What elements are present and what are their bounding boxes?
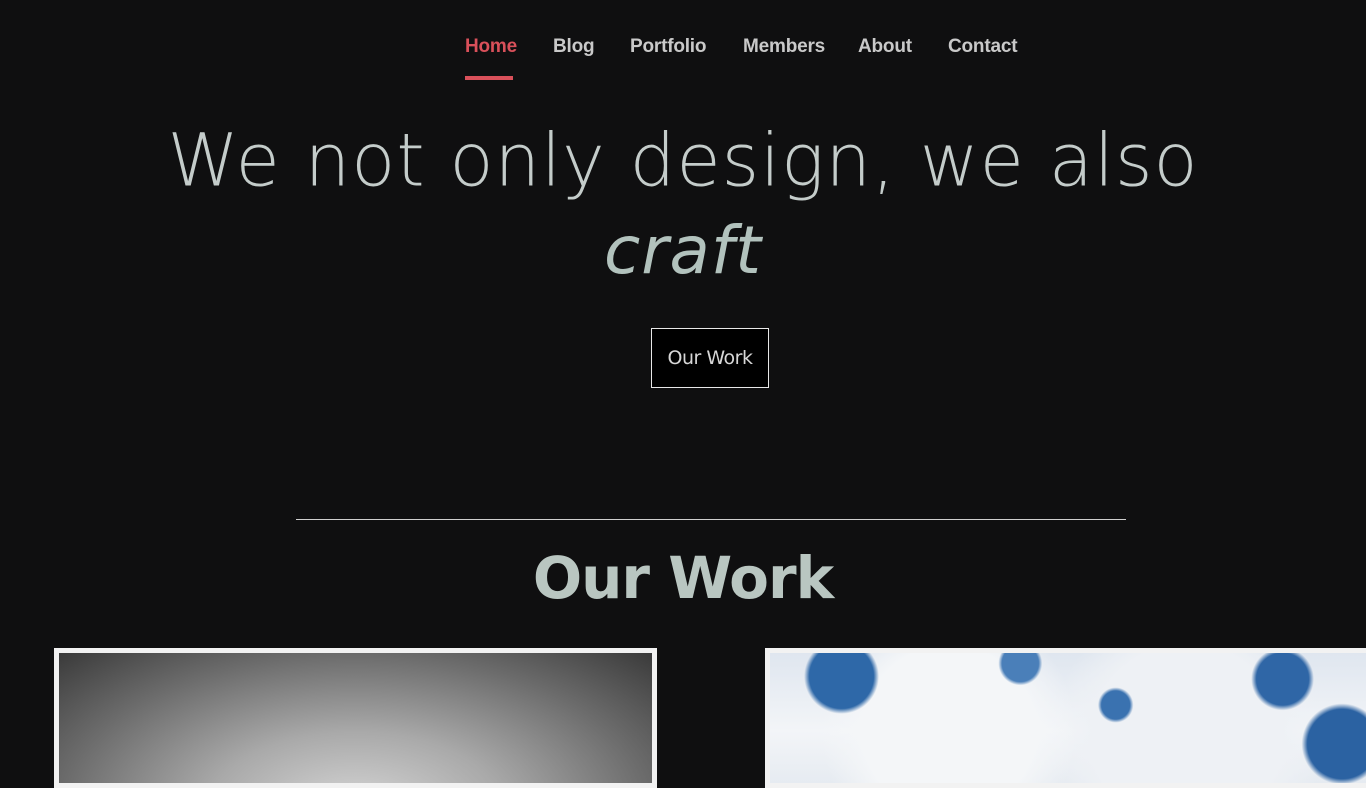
section-divider (296, 519, 1126, 520)
hero-headline: We not only design, we also (167, 117, 1199, 203)
nav-about[interactable]: About (858, 36, 912, 58)
our-work-button[interactable]: Our Work (651, 328, 769, 388)
main-nav: Home Blog Portfolio Members About Contac… (0, 0, 1366, 90)
work-thumbnail-2[interactable] (765, 648, 1366, 788)
nav-active-indicator (465, 76, 513, 80)
nav-members[interactable]: Members (743, 36, 825, 58)
work-thumbnail-1[interactable] (54, 648, 657, 788)
section-title-our-work: Our Work (532, 544, 834, 612)
nav-blog[interactable]: Blog (553, 36, 595, 58)
hero-rotating-word: craft (604, 212, 762, 289)
nav-portfolio[interactable]: Portfolio (630, 36, 706, 58)
nav-contact[interactable]: Contact (948, 36, 1018, 58)
nav-home[interactable]: Home (465, 36, 517, 58)
